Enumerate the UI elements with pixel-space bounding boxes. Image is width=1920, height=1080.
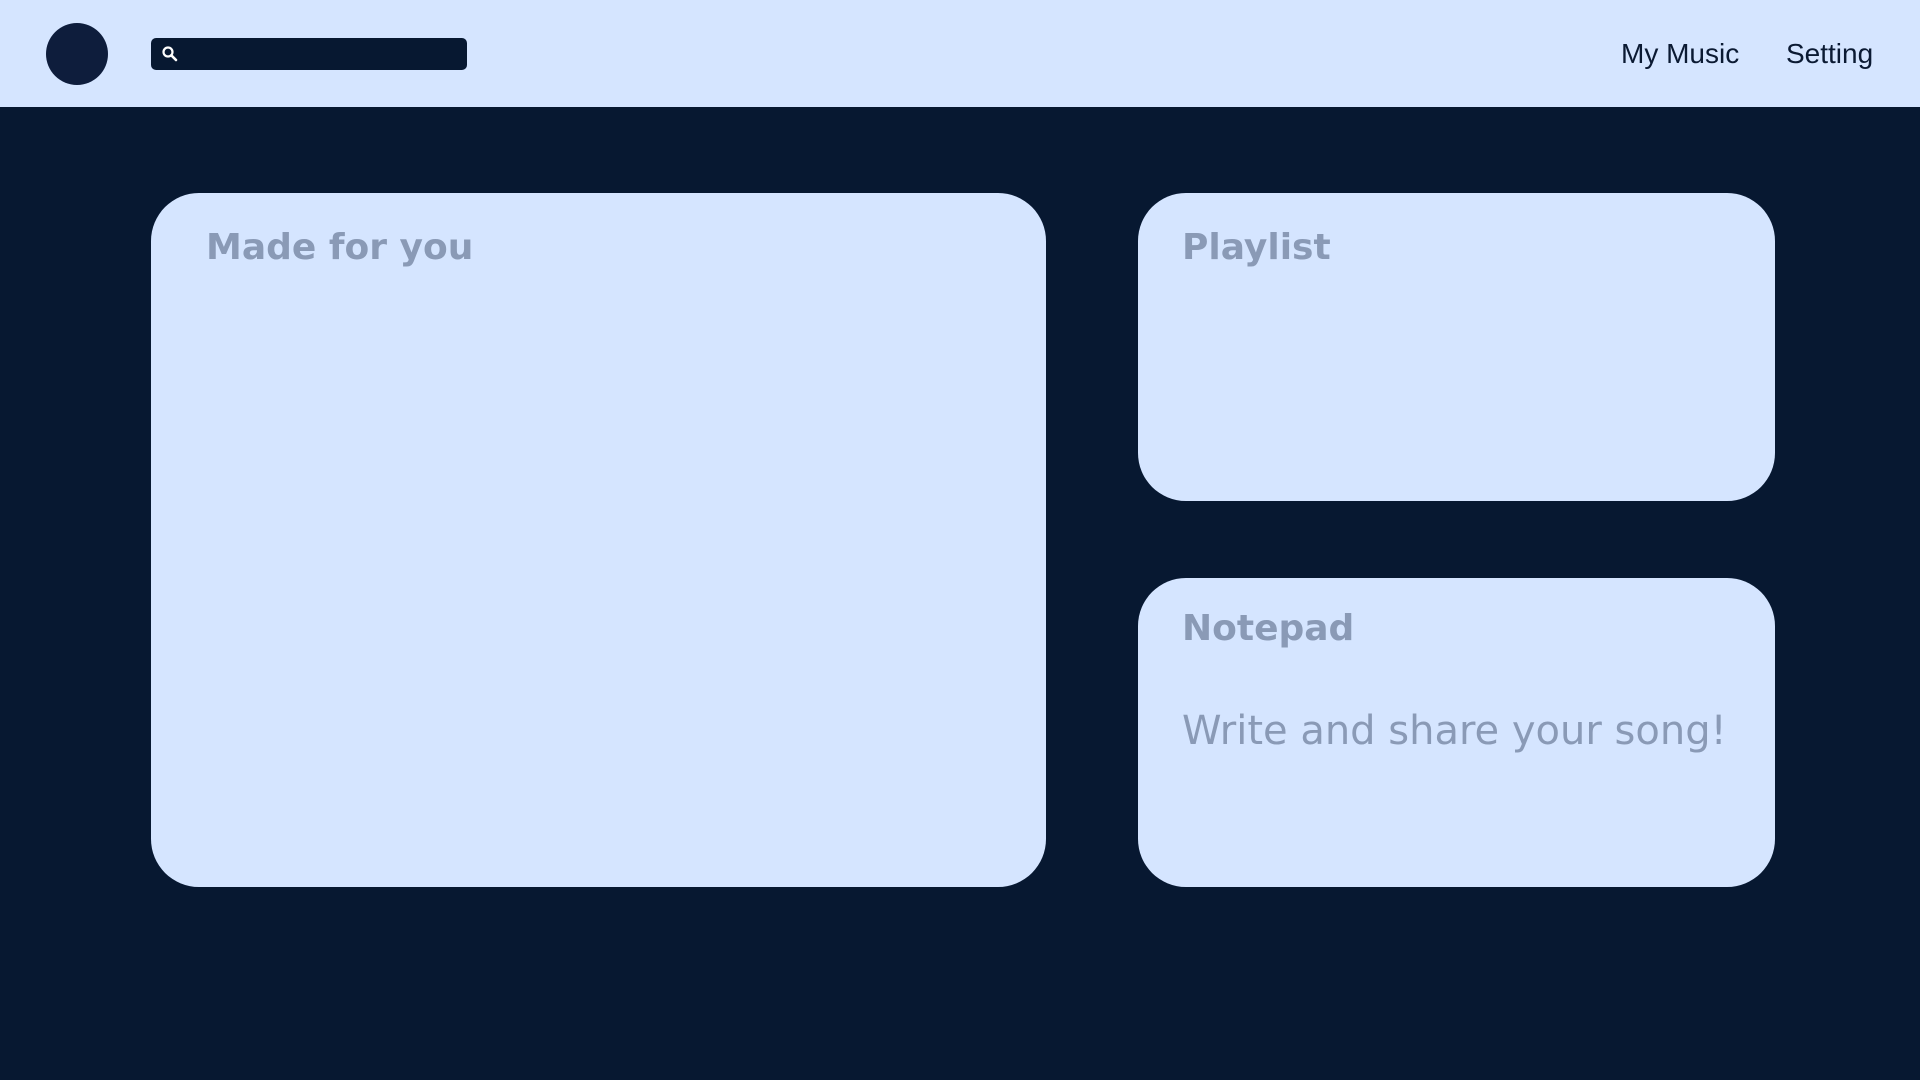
search-icon bbox=[161, 45, 179, 63]
nav-my-music-link[interactable]: My Music bbox=[1621, 36, 1739, 72]
notepad-prompt-text[interactable]: Write and share your song! bbox=[1182, 706, 1727, 756]
avatar[interactable] bbox=[46, 23, 108, 85]
notepad-title: Notepad bbox=[1182, 608, 1355, 649]
notepad-card[interactable]: Notepad Write and share your song! bbox=[1138, 578, 1775, 887]
playlist-card[interactable]: Playlist bbox=[1138, 193, 1775, 501]
playlist-title: Playlist bbox=[1182, 227, 1331, 268]
made-for-you-card[interactable]: Made for you bbox=[151, 193, 1046, 887]
search-bar[interactable] bbox=[151, 38, 467, 70]
made-for-you-title: Made for you bbox=[206, 227, 474, 268]
top-bar: My Music Setting bbox=[0, 0, 1920, 107]
nav-setting-link[interactable]: Setting bbox=[1786, 36, 1873, 72]
search-input[interactable] bbox=[185, 38, 461, 70]
